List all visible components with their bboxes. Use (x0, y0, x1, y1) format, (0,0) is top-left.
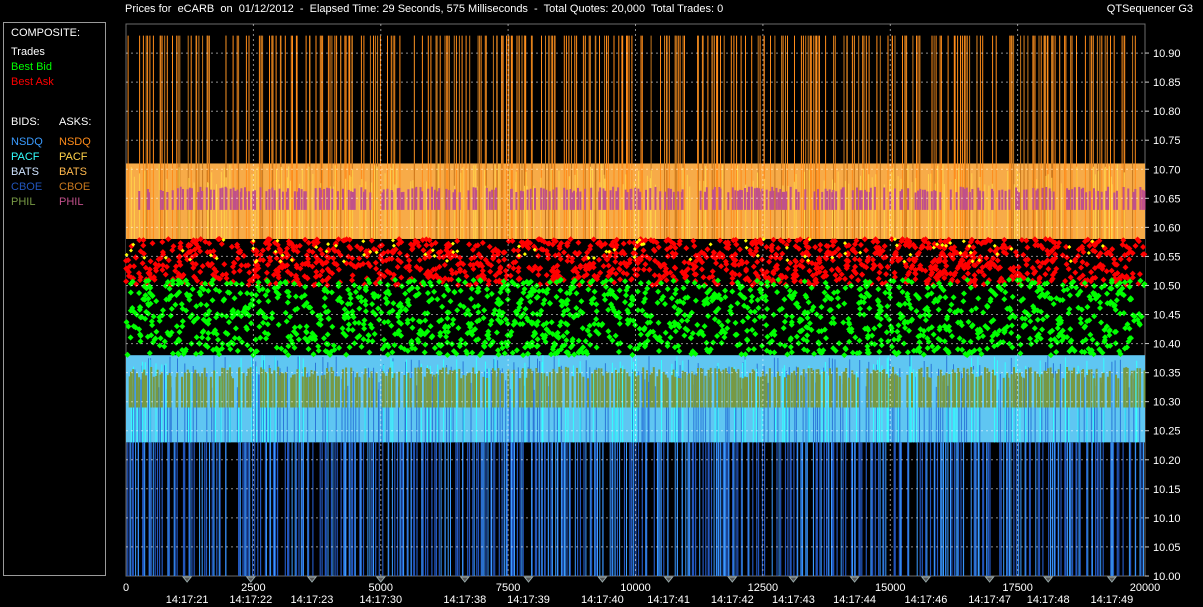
time-marker (306, 576, 318, 583)
y-tick-label: 10.70 (1153, 164, 1181, 176)
y-tick-label: 10.65 (1153, 193, 1181, 205)
y-tick-label: 10.35 (1153, 368, 1181, 380)
y-tick-label: 10.40 (1153, 339, 1181, 351)
time-label: 14:17:41 (647, 594, 690, 606)
x-tick-label: 10000 (620, 582, 651, 594)
time-label: 14:17:42 (711, 594, 754, 606)
time-label: 14:17:39 (507, 594, 550, 606)
y-tick-label: 10.45 (1153, 310, 1181, 322)
time-marker (788, 576, 799, 583)
y-tick-label: 10.25 (1153, 426, 1181, 438)
y-tick-label: 10.10 (1153, 513, 1181, 525)
time-label: 14:17:21 (166, 594, 209, 606)
time-label: 14:17:38 (443, 594, 486, 606)
time-marker (984, 576, 995, 583)
y-tick-label: 10.50 (1153, 280, 1181, 292)
x-tick-label: 20000 (1130, 582, 1161, 594)
time-marker (182, 576, 193, 583)
x-tick-label: 5000 (369, 582, 393, 594)
time-marker (597, 576, 608, 583)
time-label: 14:17:23 (291, 594, 334, 606)
y-tick-label: 10.60 (1153, 222, 1181, 234)
y-tick-label: 10.90 (1153, 48, 1181, 60)
time-marker (459, 576, 470, 583)
time-label: 14:17:30 (359, 594, 402, 606)
time-marker (663, 576, 674, 583)
x-tick-label: 12500 (748, 582, 779, 594)
y-tick-label: 10.85 (1153, 77, 1181, 89)
time-marker (1043, 576, 1054, 583)
time-label: 14:17:46 (905, 594, 948, 606)
y-tick-label: 10.75 (1153, 135, 1181, 147)
time-label: 14:17:48 (1027, 594, 1070, 606)
x-tick-label: 7500 (496, 582, 520, 594)
time-label: 14:17:49 (1090, 594, 1133, 606)
x-tick-label: 0 (123, 582, 129, 594)
time-label: 14:17:43 (772, 594, 815, 606)
x-tick-label: 2500 (241, 582, 265, 594)
y-tick-label: 10.20 (1153, 455, 1181, 467)
time-label: 14:17:47 (968, 594, 1011, 606)
time-marker (920, 576, 931, 583)
y-tick-label: 10.15 (1153, 484, 1181, 496)
x-tick-label: 17500 (1002, 582, 1033, 594)
price-chart: 10.0010.0510.1010.1510.2010.2510.3010.35… (123, 23, 1181, 606)
time-marker (849, 576, 860, 583)
y-tick-label: 10.05 (1153, 542, 1181, 554)
y-tick-label: 10.30 (1153, 397, 1181, 409)
time-marker (1106, 576, 1117, 583)
y-tick-label: 10.80 (1153, 106, 1181, 118)
x-tick-label: 15000 (875, 582, 906, 594)
time-marker (727, 576, 738, 583)
time-label: 14:17:40 (581, 594, 624, 606)
time-marker (523, 576, 534, 583)
time-label: 14:17:22 (229, 594, 272, 606)
y-tick-label: 10.55 (1153, 251, 1181, 263)
time-label: 14:17:44 (833, 594, 876, 606)
